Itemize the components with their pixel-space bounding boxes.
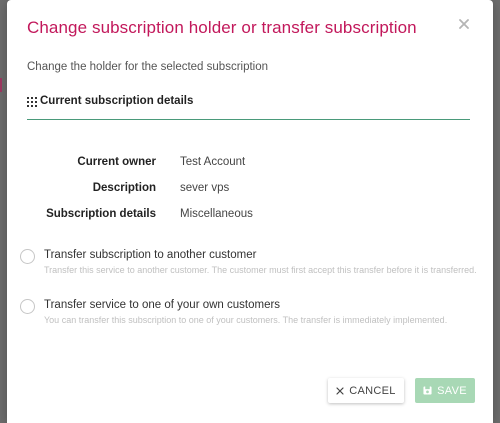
radio-transfer-to-another-customer[interactable] bbox=[20, 249, 35, 264]
detail-label: Current owner bbox=[77, 156, 156, 168]
detail-value: Test Account bbox=[180, 156, 246, 168]
subscription-details: Current owner Test Account Description s… bbox=[27, 156, 470, 234]
background-chart-line bbox=[0, 78, 6, 92]
option-label[interactable]: Transfer service to one of your own cust… bbox=[44, 299, 447, 311]
close-icon[interactable] bbox=[457, 18, 471, 32]
grip-icon bbox=[27, 97, 37, 107]
transfer-subscription-dialog: Change subscription holder or transfer s… bbox=[7, 0, 493, 423]
option-transfer-to-another-customer[interactable]: Transfer subscription to another custome… bbox=[20, 249, 480, 277]
save-button-label: SAVE bbox=[437, 384, 467, 397]
dialog-title: Change subscription holder or transfer s… bbox=[27, 18, 417, 37]
detail-value: Miscellaneous bbox=[180, 208, 253, 220]
detail-row-subscription-details: Subscription details Miscellaneous bbox=[27, 208, 470, 234]
cancel-button[interactable]: CANCEL bbox=[328, 378, 404, 403]
dialog-subtitle: Change the holder for the selected subsc… bbox=[27, 61, 269, 73]
save-button[interactable]: SAVE bbox=[415, 378, 475, 403]
detail-row-description: Description sever vps bbox=[27, 182, 470, 208]
detail-label: Description bbox=[92, 182, 156, 194]
option-description: Transfer this service to another custome… bbox=[44, 265, 477, 275]
detail-value: sever vps bbox=[180, 182, 230, 194]
detail-row-current-owner: Current owner Test Account bbox=[27, 156, 470, 182]
cancel-button-label: CANCEL bbox=[349, 384, 396, 397]
close-icon bbox=[336, 386, 344, 395]
radio-transfer-to-own-customer[interactable] bbox=[20, 299, 35, 314]
section-title: Current subscription details bbox=[40, 95, 194, 107]
section-header: Current subscription details bbox=[27, 95, 470, 120]
option-label[interactable]: Transfer subscription to another custome… bbox=[44, 249, 477, 261]
detail-label: Subscription details bbox=[46, 208, 156, 220]
save-icon bbox=[423, 386, 432, 395]
option-description: You can transfer this subscription to on… bbox=[44, 315, 448, 325]
option-transfer-to-own-customer[interactable]: Transfer service to one of your own cust… bbox=[20, 299, 480, 327]
